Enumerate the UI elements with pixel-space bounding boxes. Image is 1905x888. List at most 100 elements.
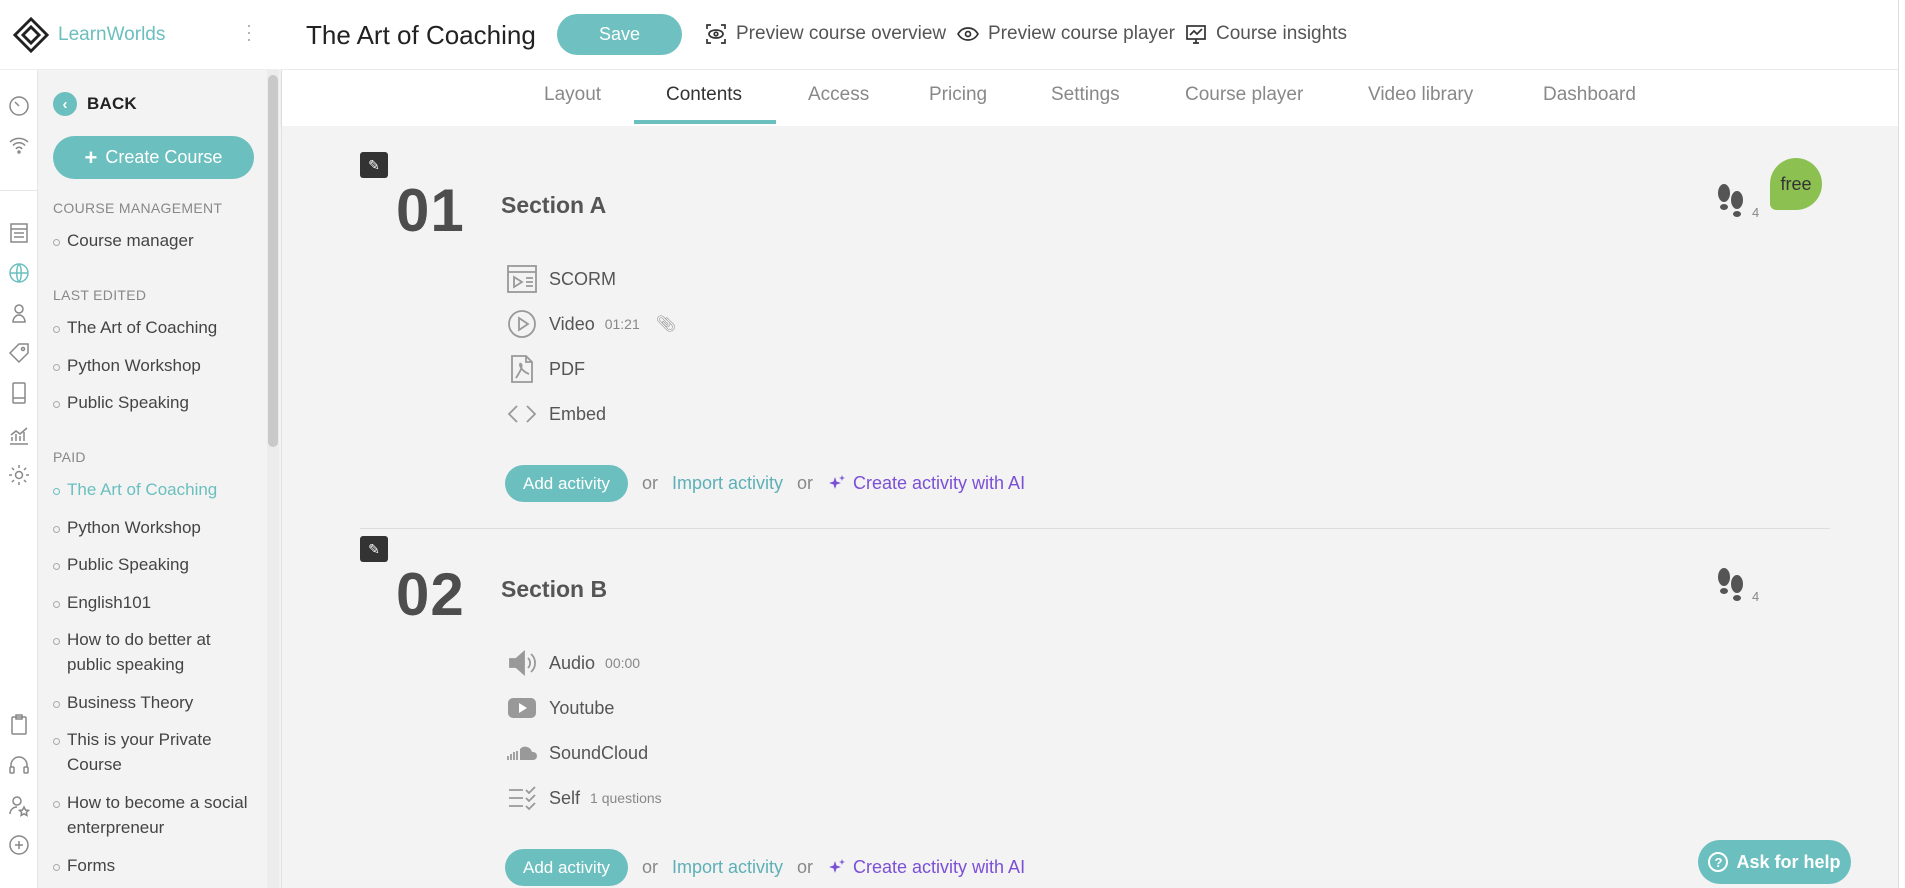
checklist-icon — [505, 783, 539, 813]
import-activity-link[interactable]: Import activity — [672, 473, 783, 494]
sidebar-item-paid-english101[interactable]: English101 — [53, 590, 253, 615]
create-activity-ai-label: Create activity with AI — [853, 473, 1026, 493]
tab-access[interactable]: Access — [808, 84, 869, 106]
sidebar-item-paid-public-speaking[interactable]: Public Speaking — [53, 552, 253, 577]
pencil-icon[interactable]: ✎ — [360, 536, 388, 562]
question-icon: ? — [1708, 852, 1729, 872]
activity-label: Audio — [549, 652, 596, 673]
paperclip-icon[interactable]: 📎︎ — [656, 314, 676, 334]
create-course-button[interactable]: + Create Course — [53, 136, 254, 179]
headset-icon[interactable] — [6, 752, 32, 778]
save-button[interactable]: Save — [557, 14, 682, 55]
play-icon — [505, 309, 539, 339]
preview-course-overview-label: Preview course overview — [736, 23, 947, 44]
sidebar-item-paid-business-theory[interactable]: Business Theory — [53, 690, 253, 715]
more-vertical-icon[interactable]: · · · — [246, 16, 252, 48]
activity-label: Embed — [549, 403, 607, 424]
add-activity-button[interactable]: Add activity — [505, 849, 628, 886]
sidebar-item-last-art-of-coaching[interactable]: The Art of Coaching — [53, 315, 253, 340]
activity-label: SCORM — [549, 268, 616, 289]
footsteps-icon — [1718, 568, 1743, 601]
globe-icon[interactable] — [6, 260, 32, 286]
activity-label: Self — [549, 787, 581, 808]
tab-course-player[interactable]: Course player — [1185, 84, 1303, 106]
sidebar-item-last-public-speaking[interactable]: Public Speaking — [53, 390, 253, 415]
activity-item[interactable]: Audio 00:00 — [505, 648, 640, 678]
pencil-icon[interactable]: ✎ — [360, 152, 388, 178]
sidebar-item-paid-art-of-coaching[interactable]: The Art of Coaching — [53, 477, 253, 502]
user-star-icon[interactable] — [6, 792, 32, 818]
back-link[interactable]: ‹ BACK — [53, 92, 137, 116]
speaker-icon — [505, 648, 539, 678]
section-title[interactable]: Section A — [501, 192, 606, 219]
mobile-icon[interactable] — [6, 380, 32, 406]
tab-pricing[interactable]: Pricing — [929, 84, 987, 106]
youtube-icon — [505, 693, 539, 723]
gear-icon[interactable] — [6, 462, 32, 488]
clipboard-icon[interactable] — [6, 712, 32, 738]
sidebar-item-course-manager[interactable]: Course manager — [53, 228, 253, 253]
tab-video-library[interactable]: Video library — [1368, 84, 1473, 106]
top-bar: The Art of Coaching Save Preview course … — [282, 0, 1905, 70]
ask-for-help-label: Ask for help — [1736, 851, 1841, 872]
steps-count: 4 — [1752, 205, 1760, 220]
ask-for-help-button[interactable]: ? Ask for help — [1698, 840, 1851, 884]
back-label: BACK — [87, 94, 137, 113]
activity-label: Video — [549, 313, 595, 334]
tab-layout[interactable]: Layout — [544, 84, 601, 106]
sidebar-item-paid-private-course[interactable]: This is your Private Course — [53, 727, 253, 777]
icon-rail — [0, 0, 38, 888]
activity-item[interactable]: SoundCloud — [505, 738, 648, 768]
create-activity-ai-link[interactable]: Create activity with AI — [827, 857, 1025, 878]
pages-icon[interactable] — [6, 220, 32, 246]
free-badge: free — [1770, 158, 1822, 210]
window-scrollbar[interactable] — [1898, 0, 1905, 888]
sidebar-item-paid-forms[interactable]: Forms — [53, 853, 253, 878]
add-circle-icon[interactable] — [6, 832, 32, 858]
activity-item[interactable]: PDF — [505, 354, 585, 384]
tab-contents[interactable]: Contents — [666, 84, 742, 106]
section-title[interactable]: Section B — [501, 576, 607, 603]
sidebar-scrollbar[interactable] — [268, 75, 278, 447]
tab-settings[interactable]: Settings — [1051, 84, 1120, 106]
steps-count: 4 — [1752, 589, 1760, 604]
sparkle-icon — [829, 858, 845, 873]
activity-item[interactable]: Embed — [505, 399, 606, 429]
user-icon[interactable] — [6, 300, 32, 326]
tab-dashboard[interactable]: Dashboard — [1543, 84, 1636, 106]
embed-icon — [505, 399, 539, 429]
activity-item[interactable]: SCORM — [505, 264, 616, 294]
eye-icon — [957, 27, 979, 41]
chevron-left-icon: ‹ — [53, 92, 77, 116]
analytics-icon[interactable] — [6, 422, 32, 448]
group-title-last-edited: LAST EDITED — [53, 287, 147, 303]
preview-course-overview-link[interactable]: Preview course overview — [704, 22, 946, 46]
sidebar-item-last-python-workshop[interactable]: Python Workshop — [53, 353, 253, 378]
preview-course-player-link[interactable]: Preview course player — [956, 22, 1175, 46]
add-activity-button[interactable]: Add activity — [505, 465, 628, 502]
import-activity-link[interactable]: Import activity — [672, 857, 783, 878]
or-text: or — [641, 473, 658, 493]
activity-label: Youtube — [549, 697, 615, 718]
create-activity-ai-link[interactable]: Create activity with AI — [827, 473, 1025, 494]
tag-icon[interactable] — [6, 340, 32, 366]
activity-label: SoundCloud — [549, 742, 649, 763]
sparkle-icon — [829, 474, 845, 489]
activity-label: PDF — [549, 358, 585, 379]
activity-item[interactable]: Video 01:21 📎︎ — [505, 309, 676, 339]
sidebar-item-paid-social-enterpreneur[interactable]: How to become a social enterpreneur — [53, 790, 253, 840]
pdf-icon — [505, 354, 539, 384]
sidebar-item-paid-better-public-speaking[interactable]: How to do better at public speaking — [53, 627, 253, 677]
section-number: 01 — [396, 177, 465, 244]
broadcast-icon[interactable] — [6, 132, 32, 158]
section-actions: Add activity or Import activity or Creat… — [505, 465, 1025, 502]
learnworlds-logo-icon[interactable] — [12, 16, 50, 54]
course-insights-link[interactable]: Course insights — [1184, 22, 1347, 46]
activity-item[interactable]: Youtube — [505, 693, 614, 723]
activity-duration: 00:00 — [605, 655, 641, 671]
sidebar-item-paid-python-workshop[interactable]: Python Workshop — [53, 515, 253, 540]
section-steps: 4 — [1714, 566, 1759, 604]
or-text: or — [796, 857, 813, 877]
speedometer-icon[interactable] — [6, 92, 32, 118]
activity-item[interactable]: Self 1 questions — [505, 783, 662, 813]
